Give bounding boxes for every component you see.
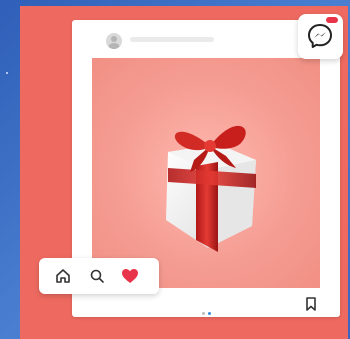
heart-icon[interactable] <box>121 268 139 284</box>
messenger-button[interactable] <box>298 14 343 59</box>
search-icon[interactable] <box>89 268 105 284</box>
carousel-dot[interactable] <box>202 312 205 315</box>
post-image[interactable] <box>92 58 320 288</box>
decorative-dot <box>6 72 8 74</box>
carousel-indicator <box>202 302 214 320</box>
gift-box-illustration <box>166 125 256 252</box>
carousel-dot-active[interactable] <box>208 312 211 315</box>
avatar-icon[interactable] <box>106 33 122 49</box>
messenger-icon <box>308 24 332 48</box>
username-placeholder <box>130 37 214 42</box>
action-bar <box>39 258 159 294</box>
notification-badge <box>326 17 338 23</box>
bookmark-icon[interactable] <box>305 297 317 311</box>
home-icon[interactable] <box>55 268 71 284</box>
